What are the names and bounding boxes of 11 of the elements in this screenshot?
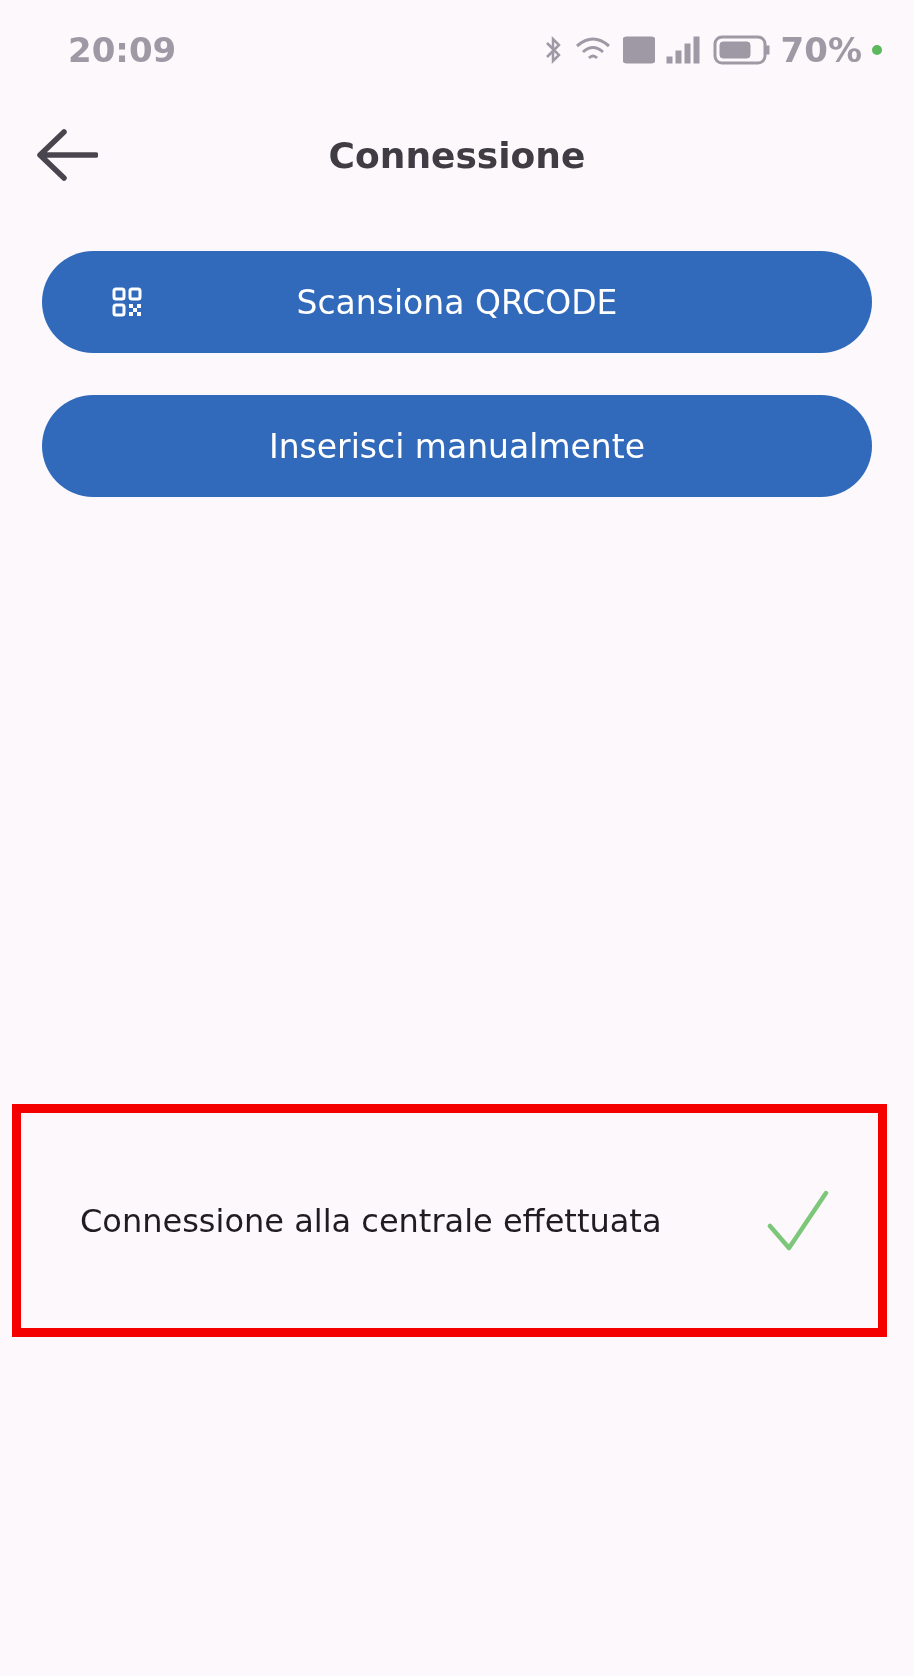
action-button[interactable]: Inserisci manualmente [42, 395, 872, 497]
status-dot-icon [872, 45, 882, 55]
back-arrow-icon[interactable] [36, 129, 98, 181]
signal-icon [664, 35, 703, 65]
status-time: 20:09 [68, 30, 177, 70]
battery-icon [712, 34, 771, 66]
battery-percent: 70% [780, 30, 862, 70]
action-button[interactable]: Scansiona QRCODE [42, 251, 872, 353]
result-message: Connessione alla centrale effettuata [80, 1201, 662, 1240]
qr-code-icon [112, 287, 142, 317]
screen-title: Connessione [328, 134, 586, 176]
